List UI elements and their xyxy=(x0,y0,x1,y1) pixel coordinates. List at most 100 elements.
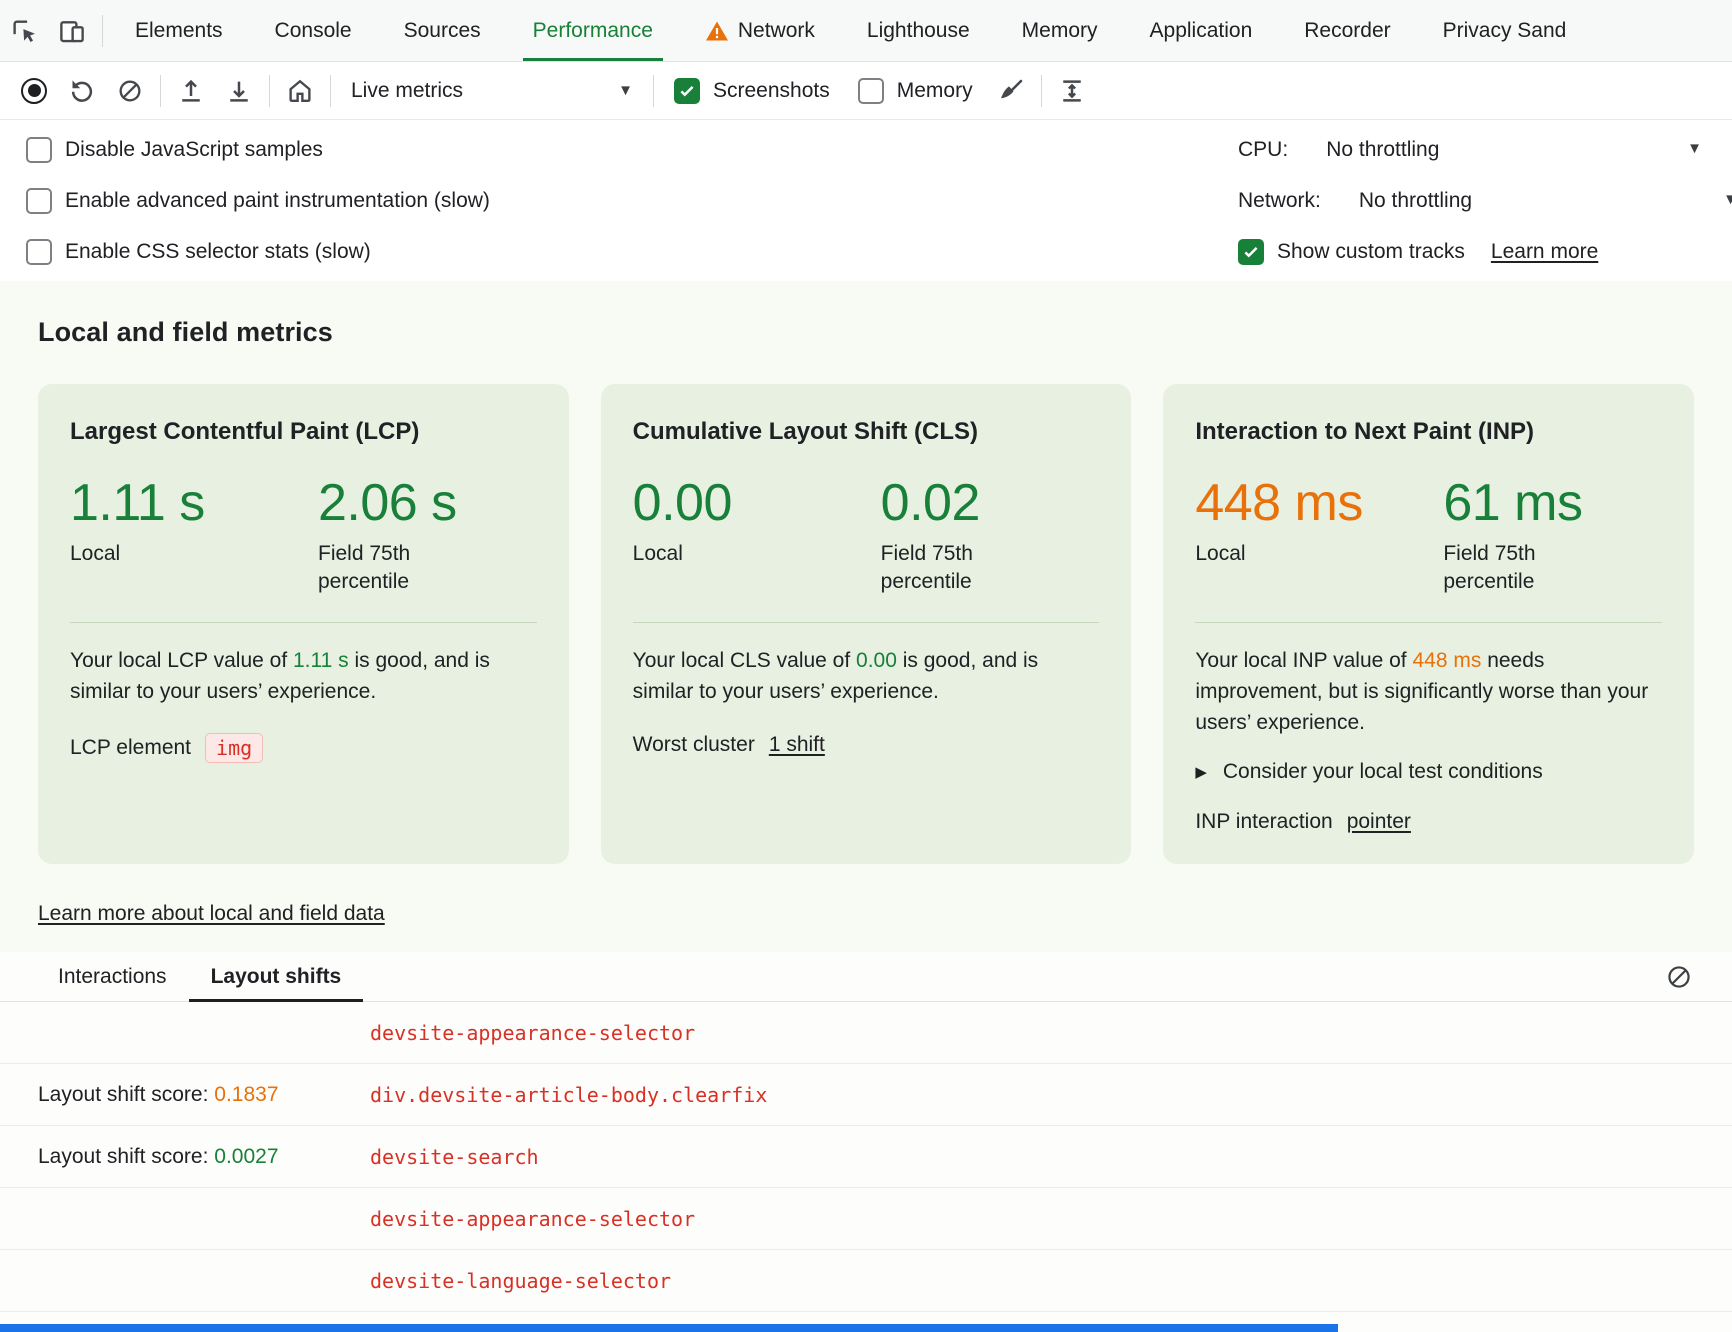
divider xyxy=(1195,622,1662,623)
inp-field-value: 61 ms xyxy=(1443,476,1582,530)
inspect-element-icon[interactable] xyxy=(0,7,48,55)
score-value: 0.1837 xyxy=(214,1083,278,1106)
metric-cards: Largest Contentful Paint (LCP) 1.11 s Lo… xyxy=(38,384,1694,864)
tab-label: Layout shifts xyxy=(211,965,342,989)
score-label: Layout shift score: xyxy=(38,1145,214,1168)
load-profile-button[interactable] xyxy=(167,67,215,115)
tab-network[interactable]: Network xyxy=(679,0,841,61)
reload-and-record-button[interactable] xyxy=(58,67,106,115)
checkbox-icon xyxy=(1238,239,1264,265)
checkbox-label: Enable CSS selector stats (slow) xyxy=(65,240,371,264)
save-profile-button[interactable] xyxy=(215,67,263,115)
score-label: Layout shift score: xyxy=(38,1083,214,1106)
devtools-tab-bar: Elements Console Sources Performance Net… xyxy=(0,0,1732,62)
tab-memory[interactable]: Memory xyxy=(996,0,1124,61)
field-label: Field 75th percentile xyxy=(881,540,1016,596)
chevron-down-icon: ▼ xyxy=(618,82,633,99)
checkbox-icon xyxy=(858,78,884,104)
checkbox-icon xyxy=(674,78,700,104)
history-select-value: Live metrics xyxy=(351,79,463,103)
layout-shift-row: devsite-appearance-selector xyxy=(0,1002,1732,1064)
network-throttling-select[interactable]: Network: No throttling ▼ xyxy=(1238,175,1732,226)
tab-label: Elements xyxy=(135,19,223,43)
chevron-down-icon: ▼ xyxy=(1687,140,1702,157)
chevron-down-icon: ▼ xyxy=(1723,191,1732,208)
card-title-lcp: Largest Contentful Paint (LCP) xyxy=(70,418,537,446)
metric-card-lcp: Largest Contentful Paint (LCP) 1.11 s Lo… xyxy=(38,384,569,864)
capture-settings-right: CPU: No throttling ▼ Network: No throttl… xyxy=(1238,124,1732,277)
layout-shift-score: Layout shift score: 0.1837 xyxy=(38,1083,370,1107)
custom-tracks-learn-more-link[interactable]: Learn more xyxy=(1491,240,1598,264)
cpu-label: CPU: xyxy=(1238,138,1288,162)
screenshots-label: Screenshots xyxy=(713,79,830,103)
live-metrics-view: Local and field metrics Largest Contentf… xyxy=(0,281,1732,1332)
element-node-link[interactable]: div.devsite-article-body.clearfix xyxy=(370,1083,767,1107)
record-button[interactable] xyxy=(10,67,58,115)
cls-local-value: 0.00 xyxy=(633,476,881,530)
worst-cluster-row: Worst cluster 1 shift xyxy=(633,733,1100,757)
worst-cluster-link[interactable]: 1 shift xyxy=(769,733,825,757)
custom-tracks-row: Show custom tracks Learn more xyxy=(1238,226,1732,277)
lcp-field-value: 2.06 s xyxy=(318,476,457,530)
learn-more-local-field-link[interactable]: Learn more about local and field data xyxy=(38,902,385,926)
tab-label: Network xyxy=(738,19,815,43)
tab-lighthouse[interactable]: Lighthouse xyxy=(841,0,996,61)
checkbox-label: Enable advanced paint instrumentation (s… xyxy=(65,189,490,213)
cls-description: Your local CLS value of 0.00 is good, an… xyxy=(633,645,1100,707)
element-node-link[interactable]: devsite-appearance-selector xyxy=(370,1207,695,1231)
history-select[interactable]: Live metrics ▼ xyxy=(337,69,647,113)
tab-layout-shifts[interactable]: Layout shifts xyxy=(189,952,364,1001)
cpu-throttling-select[interactable]: CPU: No throttling ▼ xyxy=(1238,124,1732,175)
field-label: Field 75th percentile xyxy=(1443,540,1578,596)
inp-interaction-label: INP interaction xyxy=(1195,810,1332,834)
show-custom-tracks-checkbox[interactable]: Show custom tracks xyxy=(1238,226,1479,277)
local-label: Local xyxy=(70,540,318,568)
device-toolbar-icon[interactable] xyxy=(48,7,96,55)
block-icon xyxy=(116,77,144,105)
lcp-element-node-link[interactable]: img xyxy=(205,733,263,763)
cpu-value: No throttling xyxy=(1326,138,1439,162)
clear-button[interactable] xyxy=(106,67,154,115)
metrics-heading: Local and field metrics xyxy=(38,317,1732,348)
element-node-link[interactable]: devsite-language-selector xyxy=(370,1269,671,1293)
broom-icon xyxy=(996,76,1026,106)
worst-cluster-label: Worst cluster xyxy=(633,733,755,757)
tab-performance[interactable]: Performance xyxy=(507,0,679,61)
tab-label: Performance xyxy=(533,19,653,43)
fit-vertical-icon xyxy=(1057,76,1087,106)
clear-log-button[interactable] xyxy=(1662,960,1696,994)
inp-interaction-link[interactable]: pointer xyxy=(1347,810,1411,834)
logs-section: Interactions Layout shifts devsite-appea… xyxy=(0,952,1732,1332)
layout-shift-row: Layout shift score: 0.0027 devsite-searc… xyxy=(0,1126,1732,1188)
divider xyxy=(102,15,103,47)
bottom-scrollbar[interactable] xyxy=(0,1324,1338,1332)
screenshots-checkbox[interactable]: Screenshots xyxy=(660,78,844,104)
local-label: Local xyxy=(633,540,881,568)
divider xyxy=(330,75,331,107)
checkbox-icon xyxy=(26,188,52,214)
card-values: 448 ms Local 61 ms Field 75th percentile xyxy=(1195,476,1662,596)
element-node-link[interactable]: devsite-search xyxy=(370,1145,539,1169)
layout-shift-row: Layout shift score: 0.1837 div.devsite-a… xyxy=(0,1064,1732,1126)
tab-console[interactable]: Console xyxy=(249,0,378,61)
tab-application[interactable]: Application xyxy=(1124,0,1279,61)
live-metrics-home-button[interactable] xyxy=(276,67,324,115)
memory-checkbox[interactable]: Memory xyxy=(844,78,987,104)
tab-interactions[interactable]: Interactions xyxy=(36,952,189,1001)
inp-interaction-row: INP interaction pointer xyxy=(1195,810,1662,834)
collect-garbage-button[interactable] xyxy=(987,67,1035,115)
tab-sources[interactable]: Sources xyxy=(378,0,507,61)
tab-elements[interactable]: Elements xyxy=(109,0,249,61)
fit-view-button[interactable] xyxy=(1048,67,1096,115)
network-value: No throttling xyxy=(1359,189,1472,213)
tab-privacy-sandbox[interactable]: Privacy Sand xyxy=(1417,0,1593,61)
cls-field-value: 0.02 xyxy=(881,476,1016,530)
layout-shift-row: devsite-language-selector xyxy=(0,1250,1732,1312)
tab-recorder[interactable]: Recorder xyxy=(1278,0,1416,61)
disclosure-triangle-icon: ▶ xyxy=(1195,763,1207,781)
layout-shift-row: devsite-appearance-selector xyxy=(0,1188,1732,1250)
inp-local-value: 448 ms xyxy=(1195,476,1443,530)
divider xyxy=(70,622,537,623)
local-test-conditions-disclosure[interactable]: ▶ Consider your local test conditions xyxy=(1195,760,1662,784)
element-node-link[interactable]: devsite-appearance-selector xyxy=(370,1021,695,1045)
